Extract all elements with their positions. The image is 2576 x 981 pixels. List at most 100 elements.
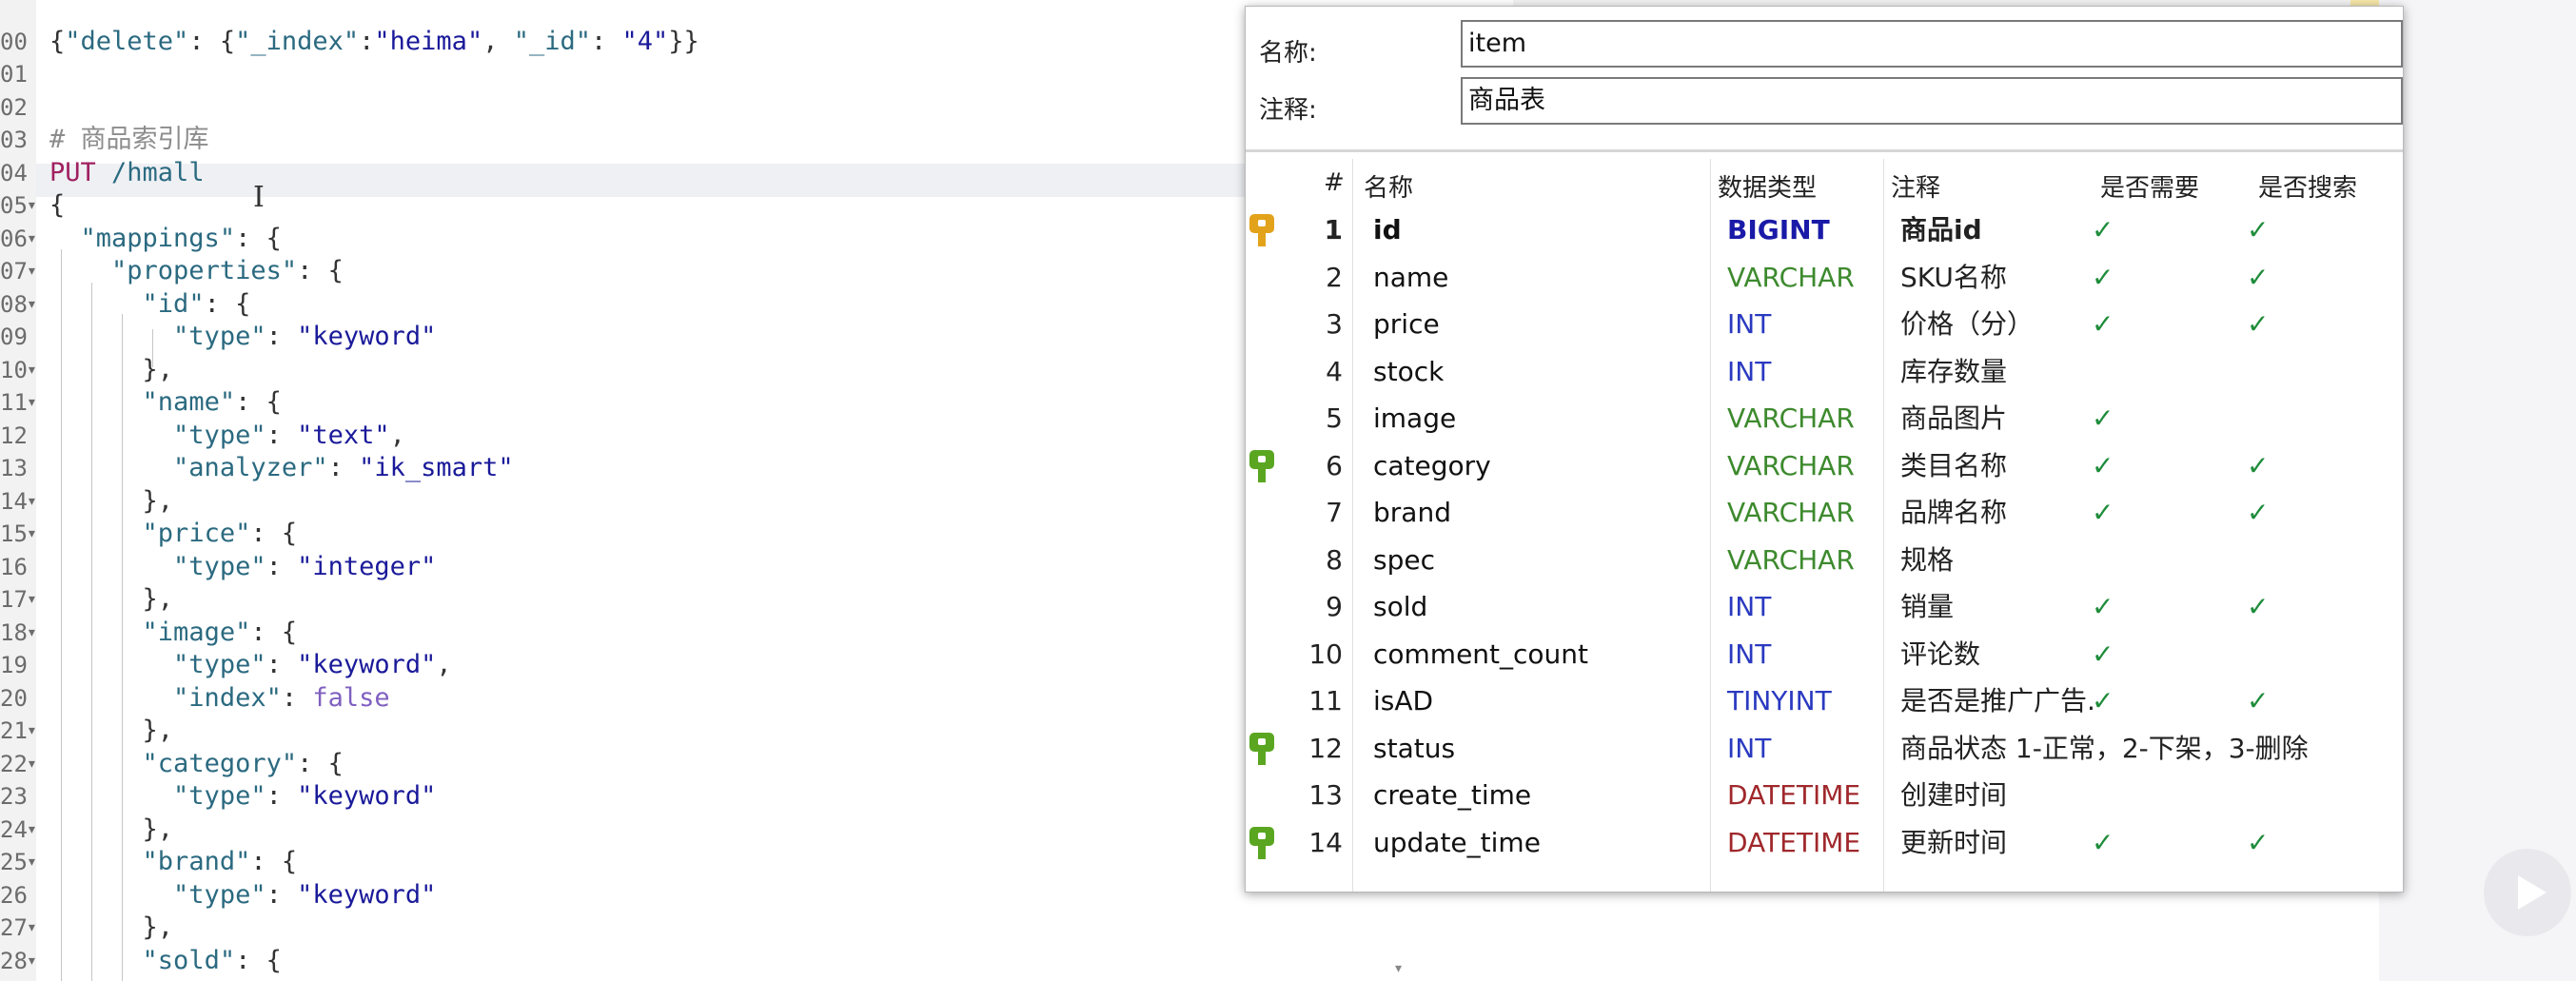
table-row[interactable]: 11 isAD TINYINT 是否是推广广告. ✓ ✓ [1246,677,2403,725]
fold-arrow-icon[interactable]: ▾ [27,189,37,223]
fold-arrow-icon[interactable]: ▾ [27,518,37,551]
code-line[interactable]: 12 "type": "text", [0,420,1380,453]
column-header-num[interactable]: # [1324,168,1345,197]
code-line[interactable]: 24 ▾ }, [0,814,1380,847]
column-header-comment[interactable]: 注释 [1891,168,1940,204]
code-line[interactable]: 28 ▾ "sold": { [0,945,1380,978]
table-comment-input[interactable]: 商品表 [1461,77,2403,125]
fold-arrow-icon[interactable]: ▾ [27,846,37,879]
code-line[interactable]: 03 # 商品索引库 [0,124,1380,157]
fold-arrow-icon[interactable]: ▾ [27,288,37,322]
code-line[interactable]: 15 ▾ "price": { [0,518,1380,551]
required-check-icon[interactable]: ✓ [2092,254,2114,302]
search-check-icon[interactable]: ✓ [2247,583,2269,631]
code-line[interactable]: 20 "index": false [0,682,1380,716]
fold-arrow-icon[interactable]: ▾ [27,583,37,617]
column-header-type[interactable]: 数据类型 [1718,168,1817,204]
search-check-icon[interactable]: ✓ [2247,819,2269,867]
code-line[interactable]: 14 ▾ }, [0,485,1380,519]
table-row[interactable]: 9 sold INT 销量 ✓ ✓ [1246,583,2403,631]
column-comment: 品牌名称 [1900,497,2008,528]
code-line[interactable]: 18 ▾ "image": { [0,617,1380,650]
code-line[interactable]: 27 ▾ }, [0,912,1380,945]
table-row[interactable]: 12 status INT 商品状态 1-正常，2-下架，3-删除 [1246,725,2403,773]
table-row[interactable]: 6 category VARCHAR 类目名称 ✓ ✓ [1246,442,2403,490]
column-data-type: VARCHAR [1727,497,1855,528]
search-check-icon[interactable]: ✓ [2247,254,2269,302]
required-check-icon[interactable]: ✓ [2092,206,2114,254]
fold-arrow-icon[interactable]: ▾ [27,617,37,650]
fold-arrow-icon[interactable]: ▾ [27,354,37,387]
code-line[interactable]: 00 {"delete": {"_index":"heima", "_id": "… [0,26,1380,59]
fold-arrow-icon[interactable]: ▾ [27,912,37,945]
table-row[interactable]: 3 price INT 价格（分） ✓ ✓ [1246,301,2403,348]
table-row[interactable]: 7 brand VARCHAR 品牌名称 ✓ ✓ [1246,489,2403,537]
table-row[interactable]: 1 id BIGINT 商品id ✓ ✓ [1246,206,2403,254]
fold-arrow-icon[interactable]: ▾ [27,715,37,748]
search-check-icon[interactable]: ✓ [2247,301,2269,348]
code-line[interactable]: 26 "type": "keyword" [0,879,1380,912]
search-check-icon[interactable]: ✓ [2247,442,2269,490]
code-line[interactable]: 17 ▾ }, [0,583,1380,617]
fold-arrow-icon[interactable]: ▾ [27,386,37,420]
code-token: "delete" [65,26,189,56]
column-header-search[interactable]: 是否搜索 [2258,168,2357,204]
search-check-icon[interactable]: ✓ [2247,206,2269,254]
column-header-required[interactable]: 是否需要 [2100,168,2199,204]
code-line[interactable] [0,0,1380,26]
fold-arrow-icon[interactable]: ▾ [27,748,37,781]
column-header-name[interactable]: 名称 [1364,168,1413,204]
required-check-icon[interactable]: ✓ [2092,631,2114,678]
required-check-icon[interactable]: ✓ [2092,583,2114,631]
fold-arrow-icon[interactable]: ▾ [27,255,37,288]
required-check-icon[interactable]: ✓ [2092,819,2114,867]
code-editor[interactable]: 00 {"delete": {"_index":"heima", "_id": "… [0,0,1389,981]
required-check-icon[interactable]: ✓ [2092,677,2114,725]
table-row[interactable]: 2 name VARCHAR SKU名称 ✓ ✓ [1246,254,2403,302]
table-name-input[interactable]: item [1461,20,2403,68]
code-line[interactable]: 07 ▾ "properties": { [0,255,1380,288]
code-token: "keyword" [297,879,437,910]
play-icon[interactable] [2484,849,2571,936]
code-line[interactable]: 08 ▾ "id": { [0,288,1380,322]
code-line[interactable]: 06 ▾ "mappings": { [0,223,1380,256]
scroll-down-icon[interactable]: ▾ [1395,961,1402,976]
code-line[interactable]: 13 "analyzer": "ik_smart" [0,452,1380,485]
line-number: 17 [0,586,28,613]
required-check-icon[interactable]: ✓ [2092,489,2114,537]
code-line[interactable]: 11 ▾ "name": { [0,386,1380,420]
line-number: 00 [0,28,28,55]
required-check-icon[interactable]: ✓ [2092,442,2114,490]
table-row[interactable]: 14 update_time DATETIME 更新时间 ✓ ✓ [1246,819,2403,867]
search-check-icon[interactable]: ✓ [2247,677,2269,725]
table-row[interactable]: 5 image VARCHAR 商品图片 ✓ [1246,395,2403,442]
line-number: 23 [0,783,28,810]
code-line[interactable]: 01 [0,58,1380,91]
table-row[interactable]: 13 create_time DATETIME 创建时间 [1246,772,2403,819]
row-number: 5 [1326,402,1343,434]
code-line[interactable]: 19 "type": "keyword", [0,649,1380,682]
code-line[interactable]: 09 "type": "keyword" [0,321,1380,354]
fold-arrow-icon[interactable]: ▾ [27,485,37,519]
code-line[interactable]: 21 ▾ }, [0,715,1380,748]
code-line[interactable]: 16 "type": "integer" [0,551,1380,584]
code-token: : { [235,945,282,975]
code-line[interactable]: 04 PUT /hmall [0,157,1380,190]
fold-arrow-icon[interactable]: ▾ [27,945,37,978]
fold-arrow-icon[interactable]: ▾ [27,223,37,256]
code-line[interactable]: 23 "type": "keyword" [0,780,1380,814]
code-line[interactable]: 05 ▾ { [0,189,1380,223]
code-line[interactable]: 10 ▾ }, [0,354,1380,387]
code-line[interactable]: 22 ▾ "category": { [0,748,1380,781]
table-row[interactable]: 10 comment_count INT 评论数 ✓ [1246,631,2403,678]
table-row[interactable]: 4 stock INT 库存数量 [1246,348,2403,396]
required-check-icon[interactable]: ✓ [2092,301,2114,348]
code-line[interactable]: 25 ▾ "brand": { [0,846,1380,879]
code-line[interactable]: 02 [0,91,1380,125]
search-check-icon[interactable]: ✓ [2247,489,2269,537]
fold-arrow-icon[interactable]: ▾ [27,814,37,847]
code-token: "integer" [297,551,437,581]
required-check-icon[interactable]: ✓ [2092,395,2114,442]
table-row[interactable]: 8 spec VARCHAR 规格 [1246,537,2403,584]
